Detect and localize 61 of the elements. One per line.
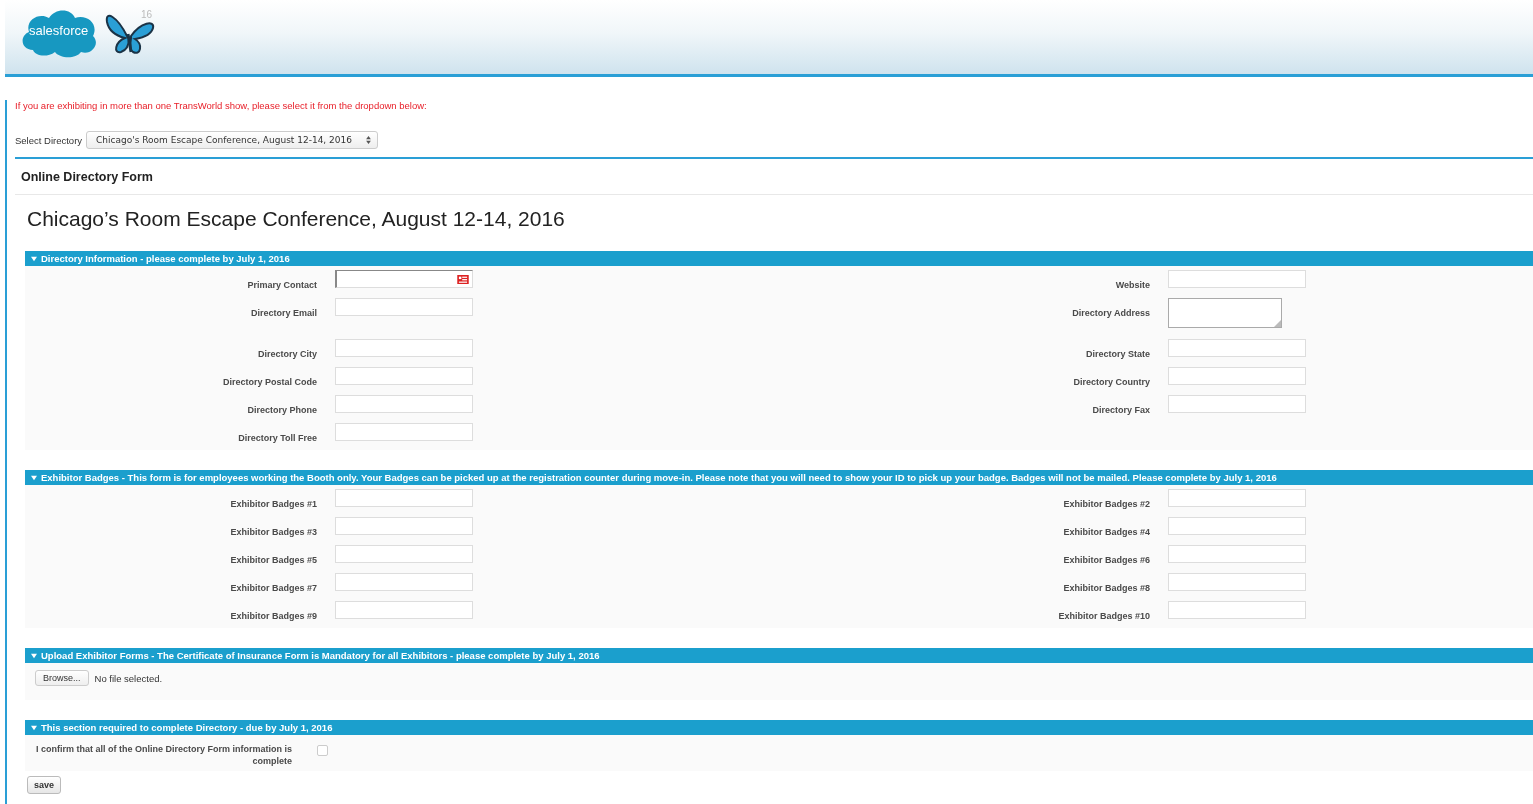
input-field[interactable]: [335, 423, 473, 441]
input-field[interactable]: [335, 545, 473, 563]
form-heading: Online Directory Form: [15, 157, 1533, 195]
lookup-field[interactable]: [335, 270, 473, 288]
field-label: Exhibitor Badges #5: [230, 555, 317, 565]
select-label: Select Directory: [15, 134, 83, 146]
field-label: Directory Fax: [1092, 405, 1150, 415]
field-label: Directory State: [1085, 349, 1150, 359]
input-field[interactable]: [1168, 573, 1306, 591]
save-button[interactable]: save: [27, 776, 62, 794]
contact-card-icon: [457, 274, 469, 284]
field-label: Directory City: [257, 349, 317, 359]
browse-button[interactable]: Browse...: [35, 670, 89, 686]
section-header[interactable]: This section required to complete Directory - due by July 1, 2016: [25, 720, 1533, 735]
event-title: Chicago’s Room Escape Conference, August 12-14, 2016: [27, 207, 566, 231]
input-field[interactable]: [335, 395, 473, 413]
field-label: Exhibitor Badges #2: [1063, 499, 1150, 509]
year-label: 16: [141, 9, 153, 20]
field-label: Exhibitor Badges #7: [230, 583, 317, 593]
field-label: Directory Address: [1072, 308, 1150, 318]
input-field[interactable]: [1168, 270, 1306, 288]
input-field[interactable]: [335, 298, 473, 316]
input-field[interactable]: [1168, 601, 1306, 619]
input-field[interactable]: [335, 517, 473, 535]
input-field[interactable]: [1168, 489, 1306, 507]
file-status: No file selected.: [94, 672, 163, 684]
section-header[interactable]: Exhibitor Badges - This form is for employees working the Booth only. Your Badges can be picked up at the registration counter during move-in. Please note that you will need to show your ID to pick up your badge. Badges will not be mailed. Please complete by July 1, 2016: [25, 470, 1533, 485]
section-header[interactable]: Upload Exhibitor Forms - The Certificate of Insurance Form is Mandatory for all Exhibitors - please complete by July 1, 2016: [25, 648, 1533, 663]
section-header[interactable]: Directory Information - please complete by July 1, 2016: [25, 251, 1533, 266]
input-field[interactable]: [335, 367, 473, 385]
input-field[interactable]: [335, 489, 473, 507]
field-label: Directory Postal Code: [222, 377, 317, 387]
input-field[interactable]: [335, 601, 473, 619]
field-label: Exhibitor Badges #3: [230, 527, 317, 537]
confirm-label: I confirm that all of the Online Directory Form information is complete: [34, 743, 293, 767]
updown-icon: [366, 136, 371, 144]
input-field[interactable]: [1168, 395, 1306, 413]
field-label: Website: [1115, 280, 1150, 290]
field-label: Directory Email: [250, 308, 317, 318]
checkbox[interactable]: [317, 745, 328, 756]
field-label: Exhibitor Badges #6: [1063, 555, 1150, 565]
field-label: Exhibitor Badges #8: [1063, 583, 1150, 593]
logo-text: salesforce: [29, 23, 89, 38]
field-label: Directory Country: [1073, 377, 1150, 387]
input-field[interactable]: [1168, 517, 1306, 535]
textarea-field[interactable]: [1168, 298, 1282, 328]
field-label: Exhibitor Badges #4: [1063, 527, 1150, 537]
input-field[interactable]: [1168, 545, 1306, 563]
field-label: Exhibitor Badges #9: [230, 611, 317, 621]
field-label: Primary Contact: [247, 280, 317, 290]
input-field[interactable]: [1168, 339, 1306, 357]
notice-text: If you are exhibiting in more than one TransWorld show, please select it from the dropdown below:: [15, 100, 428, 111]
input-field[interactable]: [335, 339, 473, 357]
directory-select[interactable]: Chicago's Room Escape Conference, August 12-14, 2016: [86, 131, 378, 149]
field-label: Exhibitor Badges #1: [230, 499, 317, 509]
field-label: Directory Toll Free: [238, 433, 317, 443]
field-label: Exhibitor Badges #10: [1058, 611, 1150, 621]
resize-grip-icon: [1274, 320, 1281, 327]
field-label: Directory Phone: [247, 405, 317, 415]
input-field[interactable]: [335, 573, 473, 591]
input-field[interactable]: [1168, 367, 1306, 385]
